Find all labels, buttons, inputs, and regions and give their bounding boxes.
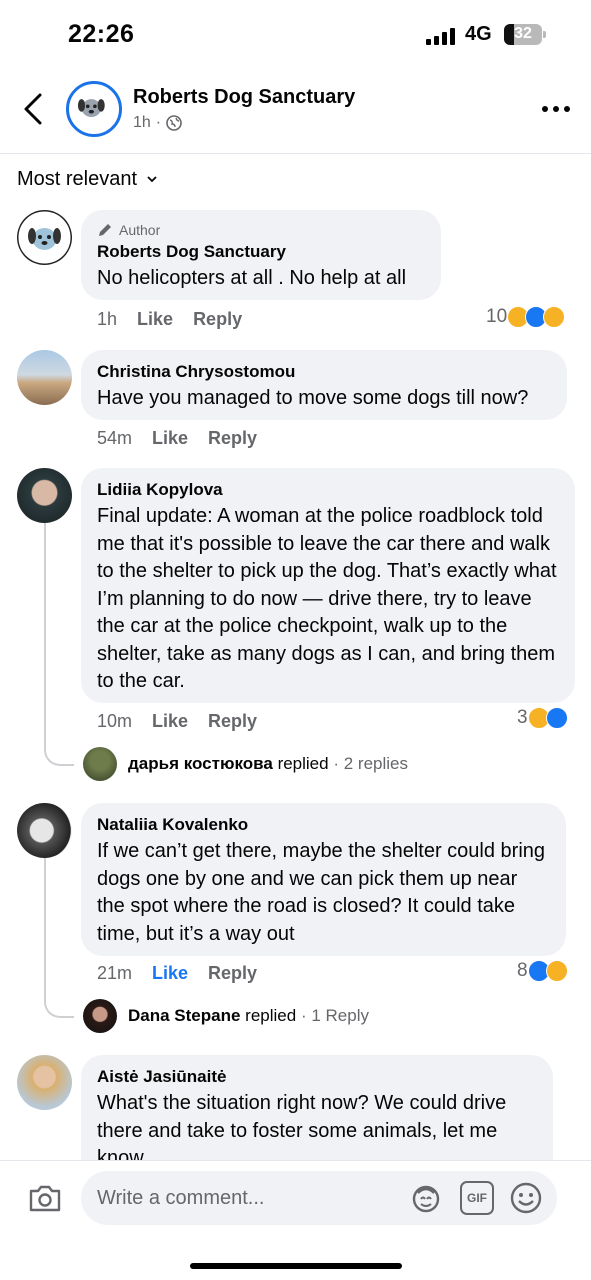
like-button[interactable]: Like	[137, 309, 173, 330]
reply-author: дарья костюкова	[128, 754, 273, 773]
like-button[interactable]: Like	[152, 428, 188, 449]
post-header: Roberts Dog Sanctuary 1h ·	[0, 70, 591, 154]
gif-button[interactable]: GIF	[460, 1181, 494, 1215]
pencil-icon	[99, 224, 111, 236]
comment-bubble: Aistė Jasiūnaitė What's the situation ri…	[81, 1055, 553, 1160]
like-button[interactable]: Like	[152, 963, 188, 984]
reaction-summary[interactable]: 10	[486, 306, 566, 328]
page-name[interactable]: Roberts Dog Sanctuary	[133, 86, 355, 109]
commenter-name[interactable]: Christina Chrysostomou	[97, 362, 551, 382]
commenter-avatar[interactable]	[17, 1055, 72, 1110]
dog-logo-icon	[17, 210, 72, 265]
commenter-avatar[interactable]	[17, 210, 72, 265]
care-reaction-icon	[545, 960, 568, 982]
avatar-sticker-icon[interactable]	[409, 1181, 443, 1215]
gif-label: GIF	[467, 1191, 487, 1205]
reaction-count: 10	[486, 306, 508, 327]
signal-icon	[426, 28, 456, 45]
thread-connector	[44, 523, 74, 766]
reply-button[interactable]: Reply	[193, 309, 242, 330]
post-age: 1h	[133, 114, 151, 131]
commenter-avatar[interactable]	[17, 350, 72, 405]
comment-text: What's the situation right now? We could…	[97, 1092, 507, 1160]
like-button[interactable]: Like	[152, 711, 188, 732]
reply-author: Dana Stepane	[128, 1006, 241, 1025]
reply-avatar	[83, 747, 117, 781]
thread-connector	[44, 858, 74, 1018]
status-time: 22:26	[68, 20, 135, 48]
sort-label: Most relevant	[17, 168, 138, 190]
sort-dropdown[interactable]: Most relevant	[17, 168, 157, 191]
comment-item: Aistė Jasiūnaitė What's the situation ri…	[0, 1055, 591, 1160]
comment-actions: 21m Like Reply	[97, 963, 257, 984]
comment-composer: GIF	[0, 1160, 591, 1280]
battery-level: 32	[514, 25, 532, 42]
commenter-name[interactable]: Lidiia Kopylova	[97, 480, 559, 500]
replied-label: replied	[245, 1006, 297, 1025]
comment-time: 1h	[97, 309, 118, 329]
comment-actions: 10m Like Reply	[97, 711, 257, 732]
comment-actions: 54m Like Reply	[97, 428, 257, 449]
battery-icon: 32	[504, 24, 542, 45]
reply-count: · 1 Reply	[300, 1006, 369, 1025]
author-badge: Author	[97, 222, 425, 238]
reaction-count: 3	[517, 707, 528, 728]
reply-button[interactable]: Reply	[208, 711, 257, 732]
meta-separator: ·	[155, 114, 162, 131]
status-bar: 22:26 4G 32	[0, 0, 591, 70]
network-type: 4G	[465, 23, 492, 45]
comment-text: If we can’t get there, maybe the shelter…	[97, 840, 546, 945]
replies-summary[interactable]: Dana Stepane replied · 1 Reply	[83, 999, 369, 1033]
globe-icon	[166, 115, 182, 131]
author-badge-label: Author	[119, 222, 161, 238]
post-meta: 1h ·	[133, 114, 182, 132]
chevron-down-icon	[147, 176, 157, 183]
commenter-name[interactable]: Aistė Jasiūnaitė	[97, 1067, 537, 1087]
reaction-count: 8	[517, 960, 528, 981]
more-options-icon[interactable]	[540, 104, 572, 114]
page-avatar[interactable]	[66, 81, 122, 137]
comment-actions: 1h Like Reply	[97, 309, 242, 330]
reaction-summary[interactable]: 3	[517, 707, 568, 729]
reply-button[interactable]: Reply	[208, 428, 257, 449]
commenter-name[interactable]: Nataliia Kovalenko	[97, 815, 550, 835]
replies-summary[interactable]: дарья костюкова replied · 2 replies	[83, 747, 408, 781]
comment-text: No helicopters at all . No help at all	[97, 267, 407, 289]
reaction-summary[interactable]: 8	[517, 960, 568, 982]
comment-time: 10m	[97, 711, 133, 731]
reply-avatar	[83, 999, 117, 1033]
comment-bubble: Lidiia Kopylova Final update: A woman at…	[81, 468, 575, 703]
reply-count: · 2 replies	[333, 754, 408, 773]
commenter-avatar[interactable]	[17, 468, 72, 523]
care-reaction-icon	[543, 306, 566, 328]
dog-logo-icon	[69, 84, 113, 128]
commenter-name[interactable]: Roberts Dog Sanctuary	[97, 242, 425, 262]
comment-bubble: Author Roberts Dog Sanctuary No helicopt…	[81, 210, 441, 300]
comment-bubble: Nataliia Kovalenko If we can’t get there…	[81, 803, 566, 956]
comment-time: 54m	[97, 428, 133, 448]
replied-label: replied	[277, 754, 329, 773]
reply-button[interactable]: Reply	[208, 963, 257, 984]
camera-icon[interactable]	[28, 1183, 62, 1213]
comment-time: 21m	[97, 963, 133, 983]
commenter-avatar[interactable]	[17, 803, 72, 858]
like-reaction-icon	[545, 707, 568, 729]
comment-text: Have you managed to move some dogs till …	[97, 387, 529, 409]
comment-bubble: Christina Chrysostomou Have you managed …	[81, 350, 567, 420]
comment-text: Final update: A woman at the police road…	[97, 505, 557, 692]
emoji-icon[interactable]	[509, 1181, 543, 1215]
home-indicator	[190, 1263, 402, 1269]
battery-tip	[543, 31, 546, 38]
back-arrow-icon[interactable]	[20, 92, 48, 126]
